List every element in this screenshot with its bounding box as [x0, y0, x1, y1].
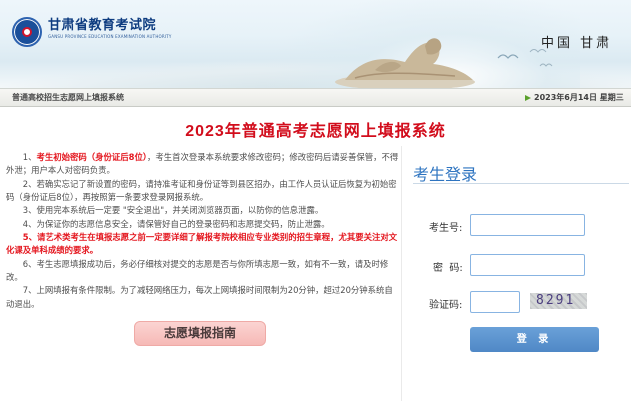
- exam-no-label: 考生号:: [429, 223, 463, 234]
- arrow-right-icon: [525, 94, 531, 101]
- notice-item: 6、考生志愿填报成功后，务必仔细核对提交的志愿是否与你所填志愿一致，如有不一致，…: [6, 258, 389, 283]
- notice-item-important: 5、请艺术类考生在填报志愿之前一定要详细了解报考院校相应专业类别的招生章程，尤其…: [6, 232, 398, 256]
- guide-button[interactable]: 志愿填报指南: [134, 321, 266, 346]
- header-banner: 甘肃省教育考试院 GANSU PROVINCE EDUCATION EXAMIN…: [0, 0, 631, 88]
- notice-item: 2、若确实忘记了新设置的密码，请持准考证和身份证等到县区招办，由工作人员认证后恢…: [6, 178, 397, 203]
- captcha-input[interactable]: [470, 291, 520, 313]
- nav-bar: 普通高校招生志愿网上填报系统 2023年6月14日 星期三: [0, 88, 631, 107]
- logo-en-text: GANSU PROVINCE EDUCATION EXAMINATION AUT…: [48, 34, 172, 39]
- password-label: 密 码:: [433, 263, 463, 274]
- notice-highlight: 考生初始密码（身份证后8位）: [36, 152, 148, 162]
- region-text: 中国 甘肃: [541, 36, 613, 51]
- login-title: 考生登录: [413, 165, 478, 184]
- notice-list: 1、考生初始密码（身份证后8位），考生首次登录本系统要求修改密码；修改密码后请妥…: [6, 151, 399, 311]
- site-logo[interactable]: 甘肃省教育考试院 GANSU PROVINCE EDUCATION EXAMIN…: [12, 17, 172, 47]
- logo-cn-text: 甘肃省教育考试院: [48, 17, 157, 32]
- date-display: 2023年6月14日 星期三: [525, 92, 624, 103]
- notice-item: 4、为保证你的志愿信息安全，请保管好自己的登录密码和志愿提交码，防止泄露。: [22, 218, 330, 229]
- page-title: 2023年普通高考志愿网上填报系统: [185, 123, 446, 140]
- notice-item: 3、使用完本系统后一定要 "安全退出"，并关闭浏览器页面，以防你的信息泄露。: [22, 205, 324, 216]
- notice-item: 1、考生初始密码（身份证后8位），考生首次登录本系统要求修改密码；修改密码后请妥…: [6, 152, 399, 176]
- login-button[interactable]: 登 录: [470, 327, 599, 352]
- yellow-river-mother-statue-icon: [335, 38, 475, 88]
- divider: [401, 146, 402, 401]
- captcha-label: 验证码:: [429, 300, 463, 311]
- exam-no-input[interactable]: [470, 214, 585, 236]
- system-name: 普通高校招生志愿网上填报系统: [12, 93, 124, 102]
- password-input[interactable]: [470, 254, 585, 276]
- current-date: 2023年6月14日 星期三: [534, 93, 624, 102]
- captcha-image[interactable]: 8291: [530, 293, 587, 309]
- emblem-icon: [12, 17, 42, 47]
- notice-item: 7、上网填报有条件限制。为了减轻网络压力，每次上网填报时间限制为20分钟，超过2…: [6, 285, 393, 309]
- login-title-underline: [413, 183, 629, 184]
